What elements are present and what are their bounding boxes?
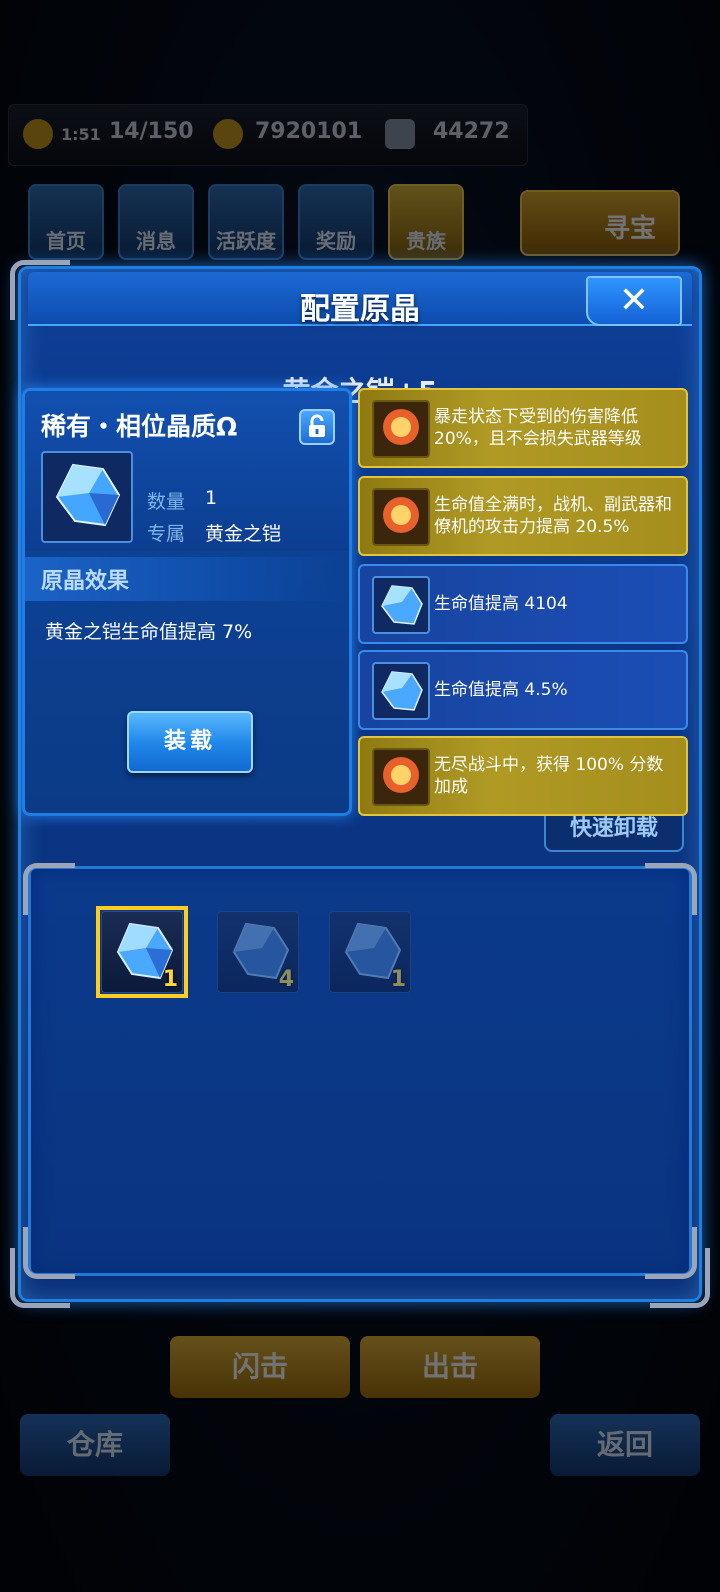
effect-header: 原晶效果 (25, 557, 349, 601)
buff-text: 无尽战斗中，获得 100% 分数加成 (434, 755, 664, 797)
nav-messages-label: 消息 (136, 229, 176, 253)
nav-home[interactable]: 首页 (28, 184, 104, 260)
frame-corner (645, 863, 697, 915)
frame-corner (23, 863, 75, 915)
gem-count: 44272 (433, 119, 510, 144)
buff-item: 无尽战斗中，获得 100% 分数加成 (358, 736, 688, 816)
stamina-count: 14/150 (109, 119, 194, 144)
nav-activity[interactable]: 活跃度 (208, 184, 284, 260)
fire-core-icon (372, 400, 430, 458)
exclusive-value: 黄金之铠 (205, 523, 282, 545)
slot-quantity: 4 (278, 967, 294, 992)
load-button-label: 装载 (163, 729, 216, 754)
blitz-button[interactable]: 闪击 (170, 1336, 350, 1398)
buff-item: 暴走状态下受到的伤害降低 20%，且不会损失武器等级 (358, 388, 688, 468)
quantity-value: 1 (205, 487, 218, 509)
treasure-button[interactable]: 寻宝 (520, 190, 680, 256)
quantity-label: 数量 (147, 491, 186, 513)
nav-home-label: 首页 (46, 229, 86, 253)
nav-rewards-label: 奖励 (316, 229, 356, 253)
crystal-icon (372, 576, 430, 634)
nav-rewards[interactable]: 奖励 (298, 184, 374, 260)
fire-core-icon (372, 748, 430, 806)
close-icon: ✕ (618, 280, 650, 321)
warehouse-button[interactable]: 仓库 (20, 1414, 170, 1476)
nav-activity-label: 活跃度 (216, 229, 276, 253)
frame-corner (645, 1227, 697, 1279)
effect-description: 黄金之铠生命值提高 7% (45, 621, 253, 643)
crystal-icon (55, 463, 121, 527)
close-button[interactable]: ✕ (586, 276, 682, 326)
top-nav: 首页 消息 活跃度 奖励 贵族 (28, 184, 464, 262)
buff-text: 生命值全满时，战机、副武器和僚机的攻击力提高 20.5% (434, 495, 672, 537)
buff-text: 暴走状态下受到的伤害降低 20%，且不会损失武器等级 (434, 407, 642, 449)
buff-text: 生命值提高 4104 (434, 594, 568, 614)
inventory-slot[interactable]: 1 (96, 906, 188, 998)
effect-title: 原晶效果 (41, 569, 130, 594)
crystal-preview (41, 451, 133, 543)
buff-item: 生命值提高 4104 (358, 564, 688, 644)
lock-icon (309, 414, 325, 437)
nav-messages[interactable]: 消息 (118, 184, 194, 260)
back-button[interactable]: 返回 (550, 1414, 700, 1476)
inventory-slot[interactable]: 1 (329, 911, 411, 993)
crystal-icon (372, 662, 430, 720)
buff-item: 生命值提高 4.5% (358, 650, 688, 730)
crystal-title: 稀有・相位晶质Ω (41, 412, 238, 441)
crystal-detail-panel: 稀有・相位晶质Ω 数量 1 专属 黄金之铠 原晶效果 黄金之铠生命值提高 7% … (22, 388, 352, 816)
gold-coin-icon (213, 119, 243, 149)
stamina-timer: 1:51 (61, 125, 101, 144)
load-button[interactable]: 装载 (127, 711, 253, 773)
sortie-button[interactable]: 出击 (360, 1336, 540, 1398)
buff-text: 生命值提高 4.5% (434, 680, 568, 700)
gold-count: 7920101 (255, 119, 363, 144)
gem-icon (385, 119, 415, 149)
inventory-slot[interactable]: 4 (217, 911, 299, 993)
treasure-label: 寻宝 (603, 214, 656, 244)
slot-quantity: 1 (390, 967, 406, 992)
nav-noble-label: 贵族 (406, 229, 446, 253)
frame-corner (23, 1227, 75, 1279)
fire-core-icon (372, 488, 430, 546)
nav-noble[interactable]: 贵族 (388, 184, 464, 260)
slot-quantity: 1 (162, 967, 178, 992)
exclusive-label: 专属 (147, 523, 186, 545)
buff-item: 生命值全满时，战机、副武器和僚机的攻击力提高 20.5% (358, 476, 688, 556)
lightning-icon (23, 119, 53, 149)
modal-header: 配置原晶 ✕ (28, 272, 692, 327)
lock-button[interactable] (299, 409, 335, 445)
crystal-inventory: 1 4 1 (23, 863, 697, 1279)
resource-bar: 1:51 14/150 7920101 44272 (8, 104, 528, 166)
